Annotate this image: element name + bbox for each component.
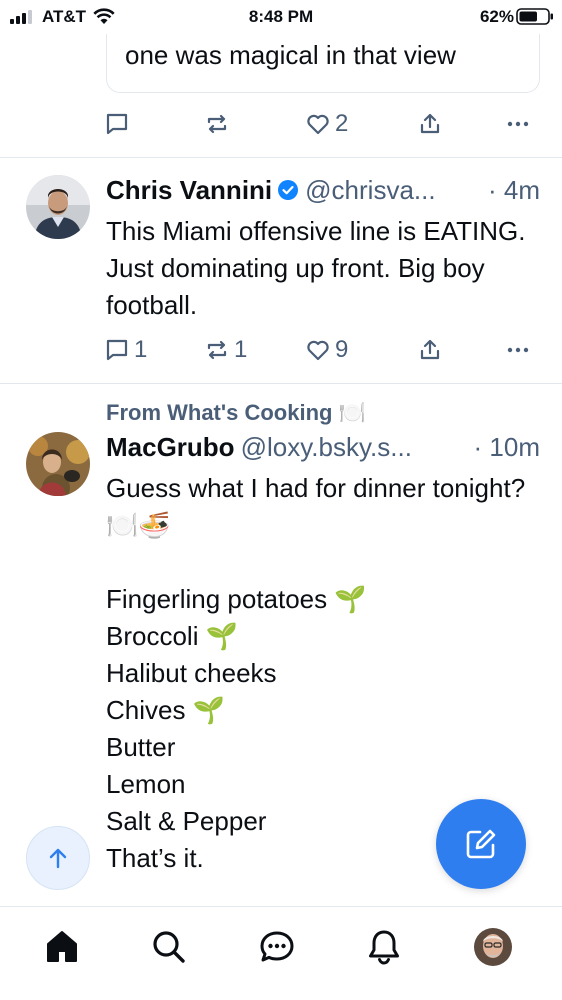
tab-search[interactable] — [147, 925, 191, 969]
repost-button[interactable] — [204, 104, 230, 144]
quoted-post-text: one was magical in that view — [125, 40, 456, 70]
post-actions: 1 1 9 — [0, 330, 562, 370]
search-icon — [153, 931, 185, 963]
repost-count: 1 — [234, 336, 248, 363]
author-handle[interactable]: @loxy.bsky.s... — [241, 432, 412, 463]
compose-button[interactable] — [436, 799, 526, 889]
post-text: This Miami offensive line is EATING. Jus… — [106, 216, 526, 320]
like-button[interactable]: 9 — [305, 330, 348, 370]
repost-button[interactable]: 1 — [204, 330, 247, 370]
battery-percent: 62% — [479, 7, 514, 26]
heart-icon — [307, 114, 329, 135]
status-bar: AT&T 8:48 PM 62% — [0, 0, 562, 34]
like-count: 2 — [335, 110, 349, 137]
author-line: Chris Vannini @chrisva... — [106, 173, 540, 207]
home-icon — [47, 931, 77, 962]
feed-post[interactable]: Chris Vannini @chrisva... · 4m This Miam… — [0, 158, 562, 384]
bell-icon — [369, 930, 399, 965]
like-count: 9 — [335, 336, 349, 363]
tab-home[interactable] — [40, 925, 84, 969]
avatar[interactable] — [26, 432, 90, 496]
share-button[interactable] — [417, 104, 443, 144]
scroll-to-top-button[interactable] — [26, 826, 90, 890]
bottom-tab-bar — [0, 906, 562, 1000]
repost-icon — [207, 340, 227, 360]
tab-chat[interactable] — [255, 925, 299, 969]
battery-icon — [516, 8, 553, 25]
tab-profile[interactable] — [471, 925, 515, 969]
arrow-up-icon — [49, 848, 67, 869]
post-time[interactable]: · 4m — [488, 175, 540, 206]
verified-badge-icon — [278, 180, 299, 200]
chat-icon — [260, 931, 294, 962]
share-icon — [420, 339, 440, 360]
reply-count: 1 — [134, 336, 148, 363]
heart-icon — [307, 340, 329, 361]
share-button[interactable] — [417, 330, 443, 370]
feed-context[interactable]: From What's Cooking 🍽️ — [106, 398, 366, 428]
reply-button[interactable] — [104, 104, 130, 144]
speech-bubble-icon — [106, 339, 128, 361]
like-button[interactable]: 2 — [305, 104, 348, 144]
author-name[interactable]: Chris Vannini — [106, 175, 272, 206]
repost-icon — [207, 114, 227, 134]
ellipsis-icon — [507, 121, 529, 127]
author-handle[interactable]: @chrisva... — [305, 175, 435, 206]
author-name[interactable]: MacGrubo — [106, 432, 235, 463]
profile-avatar — [474, 928, 512, 966]
ellipsis-icon — [507, 347, 529, 353]
tab-notifications[interactable] — [362, 925, 406, 969]
compose-icon — [466, 829, 496, 859]
clock: 8:48 PM — [248, 7, 314, 26]
more-button[interactable] — [505, 330, 531, 370]
avatar[interactable] — [26, 175, 90, 239]
more-button[interactable] — [505, 104, 531, 144]
speech-bubble-icon — [106, 113, 128, 135]
post-actions: 2 — [0, 104, 562, 144]
reply-button[interactable]: 1 — [104, 330, 147, 370]
post-time[interactable]: · 10m — [474, 432, 540, 463]
share-icon — [420, 113, 440, 134]
